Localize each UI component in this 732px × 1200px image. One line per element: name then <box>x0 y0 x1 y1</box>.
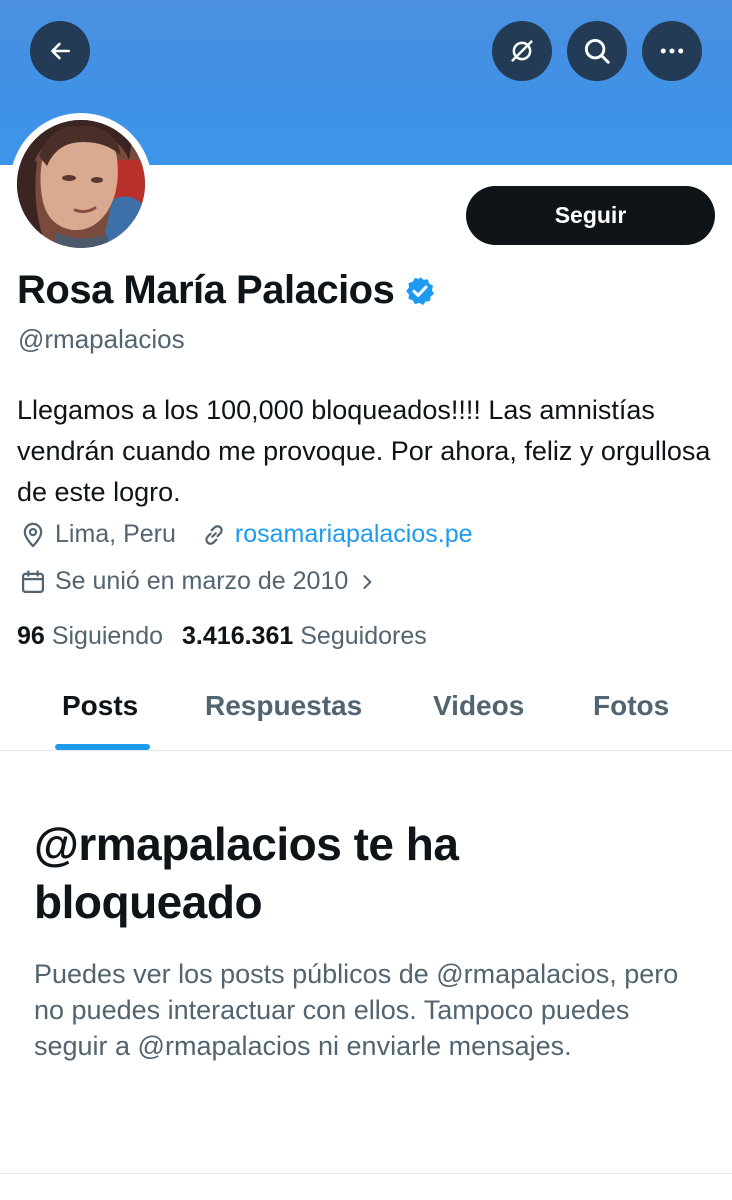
chevron-right-icon <box>363 574 372 589</box>
follow-button[interactable]: Seguir <box>466 186 715 245</box>
tab-respuestas[interactable]: Respuestas <box>205 690 362 722</box>
back-button[interactable] <box>30 21 90 81</box>
profile-website-link[interactable]: rosamariapalacios.pe <box>235 520 473 549</box>
tabs-divider <box>0 750 732 751</box>
more-icon <box>660 48 684 54</box>
tab-fotos[interactable]: Fotos <box>593 690 669 722</box>
notifications-off-icon <box>511 40 533 62</box>
following-link[interactable]: 96 Siguiendo <box>17 622 163 651</box>
blocked-title: @rmapalacios te ha bloqueado <box>34 818 459 928</box>
verified-badge-icon[interactable] <box>404 275 436 307</box>
followers-link[interactable]: 3.416.361 Seguidores <box>182 622 427 651</box>
search-button[interactable] <box>567 21 627 81</box>
profile-stats: 96 Siguiendo 3.416.361 Seguidores <box>17 622 427 651</box>
following-count: 96 <box>17 622 45 650</box>
location-pin-icon <box>23 522 43 547</box>
profile-handle: @rmapalacios <box>18 324 185 354</box>
tab-videos[interactable]: Videos <box>433 690 524 722</box>
search-icon <box>584 38 610 64</box>
profile-photo <box>17 120 145 248</box>
calendar-icon <box>21 569 45 593</box>
profile-joined-row[interactable]: Se unió en marzo de 2010 <box>19 567 376 596</box>
profile-meta-location-website: Lima, Peru rosamariapalacios.pe <box>19 520 473 549</box>
notifications-off-button[interactable] <box>492 21 552 81</box>
followers-count: 3.416.361 <box>182 622 294 650</box>
profile-joined-date: Se unió en marzo de 2010 <box>55 567 349 595</box>
profile-location: Lima, Peru <box>55 520 176 548</box>
followers-label: Seguidores <box>300 622 427 650</box>
profile-bio: Llegamos a los 100,000 bloqueados!!!! La… <box>17 395 711 507</box>
profile-name: Rosa María Palacios <box>17 268 395 312</box>
blocked-description: Puedes ver los posts públicos de @rmapal… <box>34 959 679 1061</box>
following-label: Siguiendo <box>51 622 164 650</box>
tab-posts[interactable]: Posts <box>62 690 138 722</box>
more-button[interactable] <box>642 21 702 81</box>
profile-name-row: Rosa María Palacios <box>17 268 436 313</box>
link-icon <box>205 524 223 545</box>
avatar[interactable] <box>17 120 145 248</box>
back-arrow-icon <box>51 42 70 60</box>
bottom-divider <box>0 1173 732 1174</box>
